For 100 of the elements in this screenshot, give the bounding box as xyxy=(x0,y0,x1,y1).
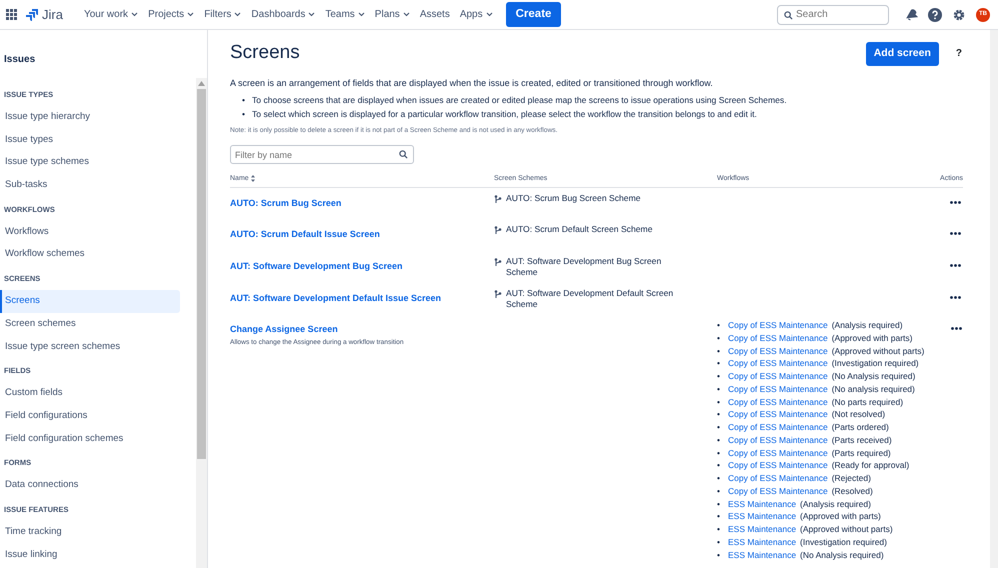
workflow-name-link[interactable]: Copy of ESS Maintenance xyxy=(728,446,828,460)
workflow-status: (Approved with parts) xyxy=(800,510,881,524)
sidebar-item[interactable]: Issue linking xyxy=(0,544,180,566)
scheme-icon xyxy=(494,290,502,299)
scheme-link[interactable]: AUT: Software Development Default Screen Scheme xyxy=(506,288,674,311)
bullet-marker: • xyxy=(717,536,721,549)
notification-icon[interactable] xyxy=(905,8,918,21)
sidebar-item[interactable]: Workflows xyxy=(0,220,180,244)
sidebar-item[interactable]: Field configuration schemes xyxy=(0,428,180,450)
nav-menu-item[interactable]: Dashboards xyxy=(246,3,320,26)
sidebar-item[interactable]: Time tracking xyxy=(0,521,180,544)
page-title: Screens xyxy=(230,42,300,66)
settings-icon[interactable] xyxy=(952,8,966,22)
sidebar-item[interactable]: Screen schemes xyxy=(0,312,180,336)
help-button[interactable]: ? xyxy=(954,45,963,62)
sidebar-item[interactable]: Field configurations xyxy=(0,404,180,428)
workflow-name-link[interactable]: Copy of ESS Maintenance xyxy=(728,382,828,396)
sidebar-item[interactable]: Issue type screen schemes xyxy=(0,336,180,358)
more-actions-button[interactable] xyxy=(949,325,964,332)
sidebar-item[interactable]: Issue type schemes xyxy=(0,151,180,174)
bullet-marker: • xyxy=(717,446,721,460)
workflow-name-link[interactable]: Copy of ESS Maintenance xyxy=(728,396,828,408)
bullet-marker: • xyxy=(717,408,721,422)
workflow-status: (Parts received) xyxy=(832,434,892,447)
filter-field[interactable]: Filter by name xyxy=(230,145,414,164)
more-actions-button[interactable] xyxy=(948,230,963,238)
create-button[interactable]: Create xyxy=(506,2,562,28)
workflow-status: (Not resolved) xyxy=(832,408,886,422)
nav-menu-item[interactable]: Filters xyxy=(199,3,246,26)
workflow-status: (Investigation required) xyxy=(800,536,887,549)
sidebar-item[interactable]: Custom fields xyxy=(0,382,180,405)
more-actions-button[interactable] xyxy=(948,262,963,269)
more-icon xyxy=(951,327,962,330)
sidebar-item[interactable]: Issue type hierarchy xyxy=(0,106,180,129)
sidebar-item[interactable]: Workflow schemes xyxy=(0,243,180,266)
bullet-marker: • xyxy=(717,498,721,510)
nav-menu-item[interactable]: Projects xyxy=(143,3,200,26)
nav-menu-item[interactable]: Assets xyxy=(414,3,455,26)
scheme-icon xyxy=(494,226,502,236)
bullet-marker: • xyxy=(717,421,721,434)
inline-link[interactable]: workflow xyxy=(588,109,622,120)
workflow-name-link[interactable]: Copy of ESS Maintenance xyxy=(728,434,828,447)
workflow-name-link[interactable]: Copy of ESS Maintenance xyxy=(728,319,828,332)
bullet-marker: • xyxy=(717,357,721,370)
workflow-name-link[interactable]: Copy of ESS Maintenance xyxy=(728,408,828,422)
bullet-text: To choose screens that are displayed when issues are created or edited please map the screens to issue operations using Screen Schemes. xyxy=(252,95,787,106)
screen-name-link[interactable]: AUT: Software Development Bug Screen xyxy=(230,260,403,274)
screen-name-link[interactable]: AUTO: Scrum Default Issue Screen xyxy=(230,228,380,242)
screen-name-link[interactable]: AUT: Software Development Default Issue Screen xyxy=(230,292,442,306)
workflow-name-link[interactable]: ESS Maintenance xyxy=(728,536,796,549)
workflow-name-link[interactable]: Copy of ESS Maintenance xyxy=(728,421,828,434)
workflow-status: (Resolved) xyxy=(832,484,873,498)
workflow-status: (Approved without parts) xyxy=(832,344,924,358)
sidebar-item[interactable]: Sub-tasks xyxy=(0,174,180,197)
nav-menu-item[interactable]: Teams xyxy=(320,3,370,26)
workflow-name-link[interactable]: Copy of ESS Maintenance xyxy=(728,344,828,358)
screen-name-link[interactable]: AUTO: Scrum Bug Screen xyxy=(230,196,342,210)
workflow-name-link[interactable]: Copy of ESS Maintenance xyxy=(728,332,828,345)
bullet-marker: • xyxy=(717,472,721,485)
search-icon xyxy=(399,150,408,160)
inline-link[interactable]: Screen Schemes xyxy=(718,95,784,106)
workflow-name-link[interactable]: ESS Maintenance xyxy=(728,498,796,510)
workflow-name-link[interactable]: ESS Maintenance xyxy=(728,523,796,536)
more-icon xyxy=(950,264,961,267)
workflow-status: (No Analysis required) xyxy=(800,548,884,562)
more-actions-button[interactable] xyxy=(948,294,963,301)
workflow-name-link[interactable]: ESS Maintenance xyxy=(728,548,796,562)
workflow-name-link[interactable]: Copy of ESS Maintenance xyxy=(728,357,828,370)
scheme-icon xyxy=(494,194,502,204)
sidebar-item[interactable]: Data connections xyxy=(0,474,180,497)
bullet-marker: • xyxy=(717,510,721,524)
page-scrollbar-track[interactable] xyxy=(990,30,998,568)
product-logo[interactable]: Jira xyxy=(26,4,63,24)
bullet-marker: • xyxy=(717,523,721,536)
nav-menu-item[interactable]: Plans xyxy=(370,3,415,26)
app-grid-icon[interactable] xyxy=(6,9,17,20)
bullet-marker: • xyxy=(717,434,721,447)
add-screen-button[interactable]: Add screen xyxy=(866,42,939,66)
nav-menu-item[interactable]: Apps xyxy=(454,3,498,26)
scrollbar-thumb[interactable] xyxy=(197,89,206,459)
sidebar-item[interactable]: Issue types xyxy=(0,128,180,152)
sort-icon xyxy=(250,174,255,182)
workflow-name-link[interactable]: Copy of ESS Maintenance xyxy=(728,472,828,485)
bullet-marker: • xyxy=(717,319,721,332)
screen-name-link[interactable]: Change Assignee Screen xyxy=(230,323,338,337)
nav-menu-item[interactable]: Your work xyxy=(78,3,144,26)
workflow-name-link[interactable]: Copy of ESS Maintenance xyxy=(728,370,828,383)
scheme-link[interactable]: AUTO: Scrum Bug Screen Scheme xyxy=(506,192,641,204)
scheme-link[interactable]: AUTO: Scrum Default Screen Scheme xyxy=(506,224,652,236)
workflow-status: (Analysis required) xyxy=(832,319,903,332)
bullet-marker: • xyxy=(242,95,246,106)
help-icon[interactable] xyxy=(928,8,942,22)
sidebar-item[interactable]: Screens xyxy=(0,290,180,313)
workflow-name-link[interactable]: Copy of ESS Maintenance xyxy=(728,459,828,472)
bullet-marker: • xyxy=(242,109,246,120)
scheme-link[interactable]: AUT: Software Development Bug Screen Scheme xyxy=(506,256,674,279)
workflow-name-link[interactable]: Copy of ESS Maintenance xyxy=(728,484,828,498)
search-field[interactable]: Search xyxy=(777,4,889,24)
more-actions-button[interactable] xyxy=(948,198,963,206)
workflow-name-link[interactable]: ESS Maintenance xyxy=(728,510,796,524)
